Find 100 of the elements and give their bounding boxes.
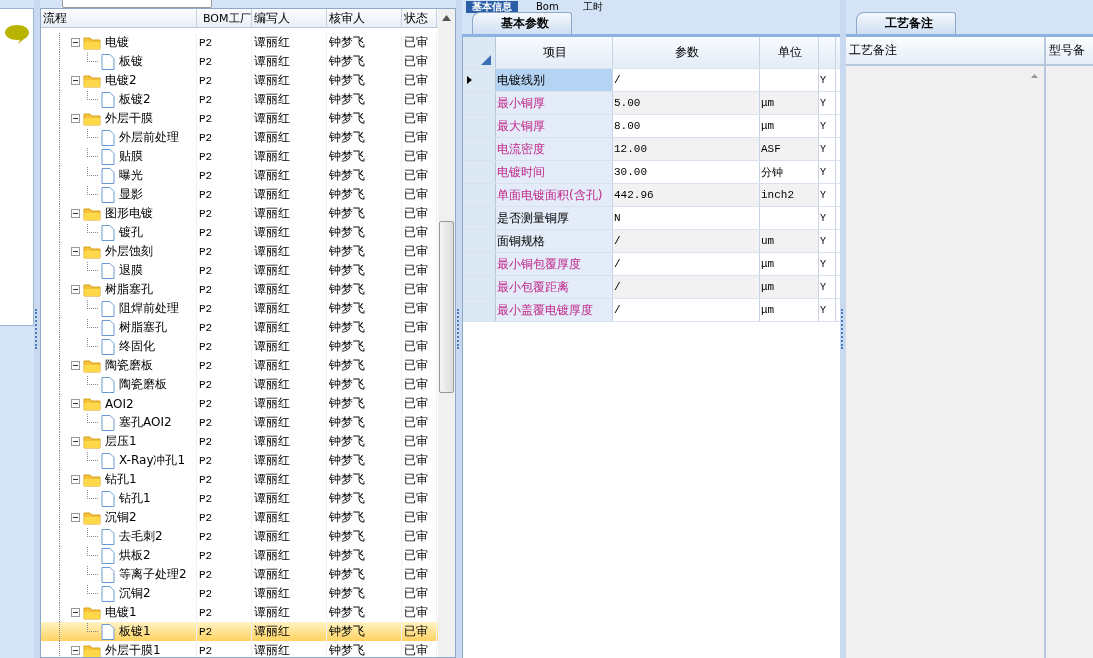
table-cell[interactable]: 8.00 (613, 115, 760, 137)
table-cell[interactable]: / (613, 69, 760, 91)
tree-item[interactable]: 钻孔1 (119, 490, 151, 507)
collapse-icon[interactable] (71, 209, 80, 218)
tree-item[interactable]: 树脂塞孔 (105, 281, 153, 298)
row-header[interactable] (463, 69, 496, 91)
column-header[interactable]: 参数 (613, 37, 760, 68)
table-cell[interactable]: / (613, 230, 760, 252)
tree-item[interactable]: 外层干膜 (105, 110, 153, 127)
column-header[interactable]: 核审人 (327, 9, 402, 27)
table-cell: 谭丽红 (252, 527, 327, 546)
table-cell: Y (819, 207, 836, 229)
tree-item[interactable]: 电镀 (105, 34, 129, 51)
table-cell: 钟梦飞 (327, 622, 402, 641)
table-cell: P2 (197, 470, 252, 489)
column-header[interactable]: 工艺备注 (846, 37, 1044, 66)
tree-item[interactable]: 电镀2 (105, 72, 137, 89)
column-header[interactable]: 状态 (402, 9, 437, 27)
collapse-icon[interactable] (71, 76, 80, 85)
collapse-icon[interactable] (71, 285, 80, 294)
collapse-icon[interactable] (71, 361, 80, 370)
document-icon (101, 414, 115, 431)
scroll-up-icon[interactable] (442, 15, 451, 21)
column-header[interactable]: BOM工厂 (197, 9, 252, 27)
collapse-icon[interactable] (71, 513, 80, 522)
collapse-icon[interactable] (71, 114, 80, 123)
tree-item[interactable]: 钻孔1 (105, 471, 137, 488)
tree-item[interactable]: 退膜 (119, 262, 143, 279)
tree-item[interactable]: 终固化 (119, 338, 155, 355)
tree-item[interactable]: 外层前处理 (119, 129, 179, 146)
table-cell: P2 (197, 356, 252, 375)
tab[interactable]: 基本参数 (472, 12, 572, 34)
table-cell: 钟梦飞 (327, 356, 402, 375)
column-header[interactable]: 项目 (496, 37, 613, 68)
table-cell[interactable]: 442.96 (613, 184, 760, 206)
table-cell: Y (819, 230, 836, 252)
table-cell: P2 (197, 166, 252, 185)
collapse-icon[interactable] (71, 646, 80, 655)
table-cell[interactable]: / (613, 299, 760, 321)
tree-item[interactable]: 外层干膜1 (105, 642, 161, 657)
tab[interactable]: 工时 (576, 1, 609, 13)
selected-tree-row[interactable]: 板镀1 P2 谭丽红 钟梦飞 已审 (41, 622, 438, 641)
tree-item[interactable]: 曝光 (119, 167, 143, 184)
table-cell: 钟梦飞 (327, 223, 402, 242)
tree-item[interactable]: 显影 (119, 186, 143, 203)
tree-item[interactable]: 板镀 (119, 53, 143, 70)
tree-item[interactable]: 外层蚀刻 (105, 243, 153, 260)
table-cell: 已审 (402, 52, 437, 71)
tree-item[interactable]: 电镀1 (105, 604, 137, 621)
tree-item[interactable]: 贴膜 (119, 148, 143, 165)
tree-item[interactable]: 陶瓷磨板 (105, 357, 153, 374)
table-cell[interactable]: / (613, 276, 760, 298)
table-cell: 钟梦飞 (327, 33, 402, 52)
tree-item[interactable]: 等离子处理2 (119, 566, 187, 583)
tree-item[interactable]: 板镀1 (119, 623, 151, 640)
tree-item[interactable]: AOI2 (105, 396, 134, 411)
table-cell[interactable]: 12.00 (613, 138, 760, 160)
tree-item[interactable]: 塞孔AOI2 (119, 414, 172, 431)
table-cell: 钟梦飞 (327, 508, 402, 527)
table-cell: 钟梦飞 (327, 546, 402, 565)
tree-item[interactable]: 阻焊前处理 (119, 300, 179, 317)
scroll-thumb[interactable] (439, 221, 454, 393)
scrollbar[interactable] (438, 9, 455, 657)
tree-item[interactable]: 沉铜2 (105, 509, 137, 526)
table-cell: Y (819, 69, 836, 91)
tree-item[interactable]: X-Ray冲孔1 (119, 452, 186, 469)
tree-item[interactable]: 陶瓷磨板 (119, 376, 167, 393)
collapse-icon[interactable] (71, 475, 80, 484)
column-header[interactable]: 型号备 (1046, 37, 1093, 66)
table-cell[interactable]: 30.00 (613, 161, 760, 183)
tab[interactable]: Bom (530, 1, 565, 13)
tree-item[interactable]: 图形电镀 (105, 205, 153, 222)
column-header[interactable]: 流程 (41, 9, 197, 27)
folder-icon (83, 434, 101, 449)
tree-item[interactable]: 板镀2 (119, 91, 151, 108)
tab[interactable]: 工艺备注 (856, 12, 956, 34)
tab[interactable]: 基本信息 (466, 1, 518, 13)
tree-item[interactable]: 层压1 (105, 433, 137, 450)
collapse-icon[interactable] (71, 437, 80, 446)
table-cell: 钟梦飞 (327, 584, 402, 603)
collapse-icon[interactable] (71, 399, 80, 408)
table-cell[interactable]: / (613, 253, 760, 275)
collapse-icon[interactable] (71, 608, 80, 617)
table-cell[interactable]: 5.00 (613, 92, 760, 114)
tree-item[interactable]: 去毛刺2 (119, 528, 163, 545)
table-cell: 钟梦飞 (327, 128, 402, 147)
collapse-icon[interactable] (71, 38, 80, 47)
tree-item[interactable]: 沉铜2 (119, 585, 151, 602)
column-header[interactable]: 编写人 (252, 9, 327, 27)
tree-item[interactable]: 烘板2 (119, 547, 151, 564)
document-icon (101, 186, 115, 203)
table-cell: 钟梦飞 (327, 204, 402, 223)
tree-item[interactable]: 镀孔 (119, 224, 143, 241)
collapse-icon[interactable] (71, 247, 80, 256)
table-cell: 电镀时间 (496, 161, 613, 183)
table-cell: 已审 (402, 527, 437, 546)
table-cell[interactable]: N (613, 207, 760, 229)
column-header[interactable]: 单位 (760, 37, 819, 68)
table-cell: 谭丽红 (252, 413, 327, 432)
tree-item[interactable]: 树脂塞孔 (119, 319, 167, 336)
